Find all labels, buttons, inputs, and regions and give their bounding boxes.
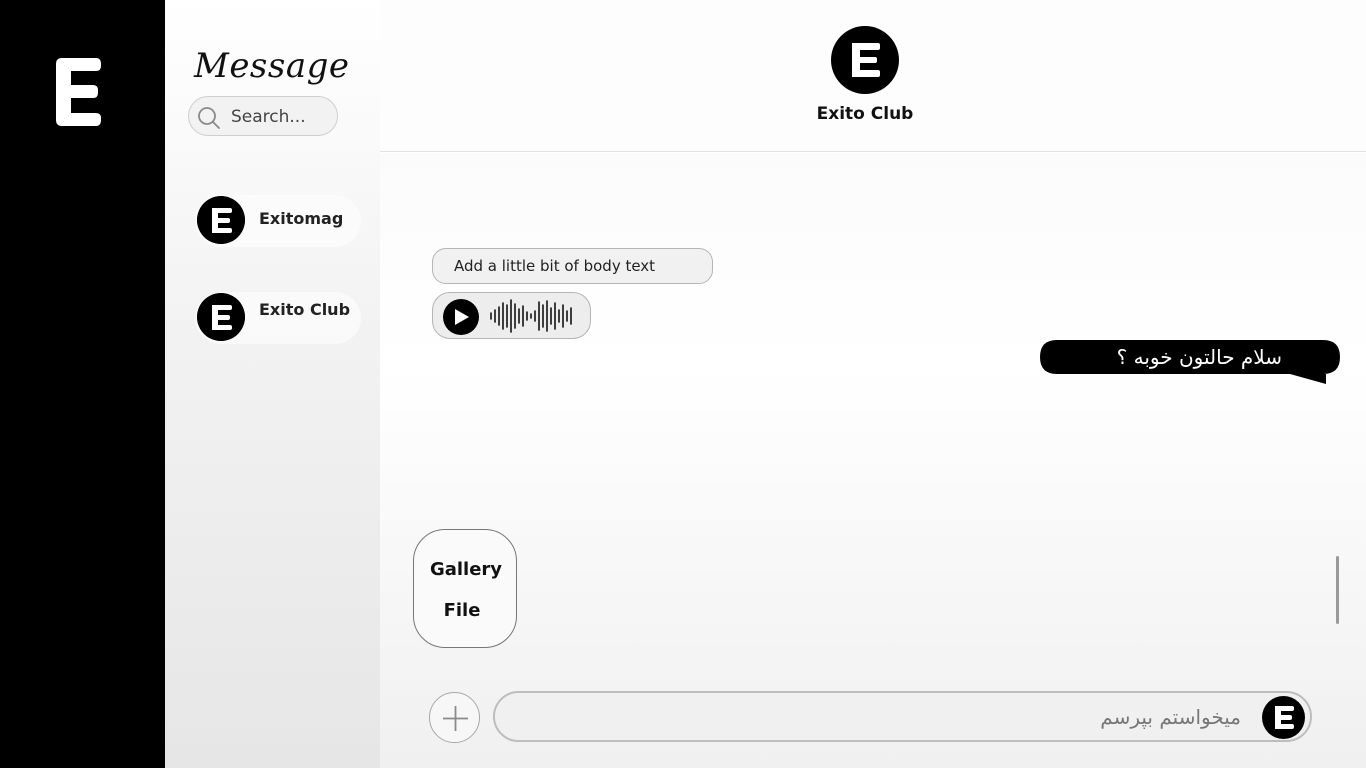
chat-title: Exito Club [816,104,914,124]
incoming-message-bubble: Add a little bit of body text [432,248,713,284]
add-attachment-button[interactable] [429,692,480,743]
chat-body: Add a little bit of body text سلام حالتو… [380,153,1366,768]
chat-header: Exito Club [380,0,1366,152]
sidebar-title: Message [194,46,350,86]
outgoing-message-bubble: سلام حالتون خوبه ؟ [1040,340,1340,384]
composer-avatar-icon[interactable] [1262,696,1305,739]
play-button[interactable] [443,299,479,335]
header-avatar-icon[interactable] [831,26,899,94]
app-rail [0,0,165,768]
voice-message-bubble [432,292,591,339]
attach-gallery-option[interactable]: Gallery [414,559,518,580]
plus-icon [443,706,468,731]
attach-menu: Gallery File [413,529,517,648]
contact-avatar-icon [197,293,245,341]
contact-item-exito-club[interactable]: Exito Club [195,292,361,344]
chat-scrollbar[interactable] [1336,556,1339,624]
contacts-sidebar: Message Exitomag Exito Club [165,0,380,768]
waveform-icon [490,299,572,333]
contact-name: Exitomag [259,209,344,228]
search-box[interactable] [188,96,338,136]
contact-avatar-icon [197,196,245,244]
contact-name: Exito Club [259,300,351,319]
message-input[interactable] [515,703,1241,731]
contact-item-exitomag[interactable]: Exitomag [195,195,361,247]
search-icon [198,107,220,129]
message-composer [493,691,1312,742]
play-icon [455,309,469,325]
search-input[interactable] [231,105,331,129]
outgoing-message-text: سلام حالتون خوبه ؟ [1116,345,1282,369]
brand-logo-icon[interactable] [52,56,102,128]
attach-file-option[interactable]: File [410,600,514,621]
